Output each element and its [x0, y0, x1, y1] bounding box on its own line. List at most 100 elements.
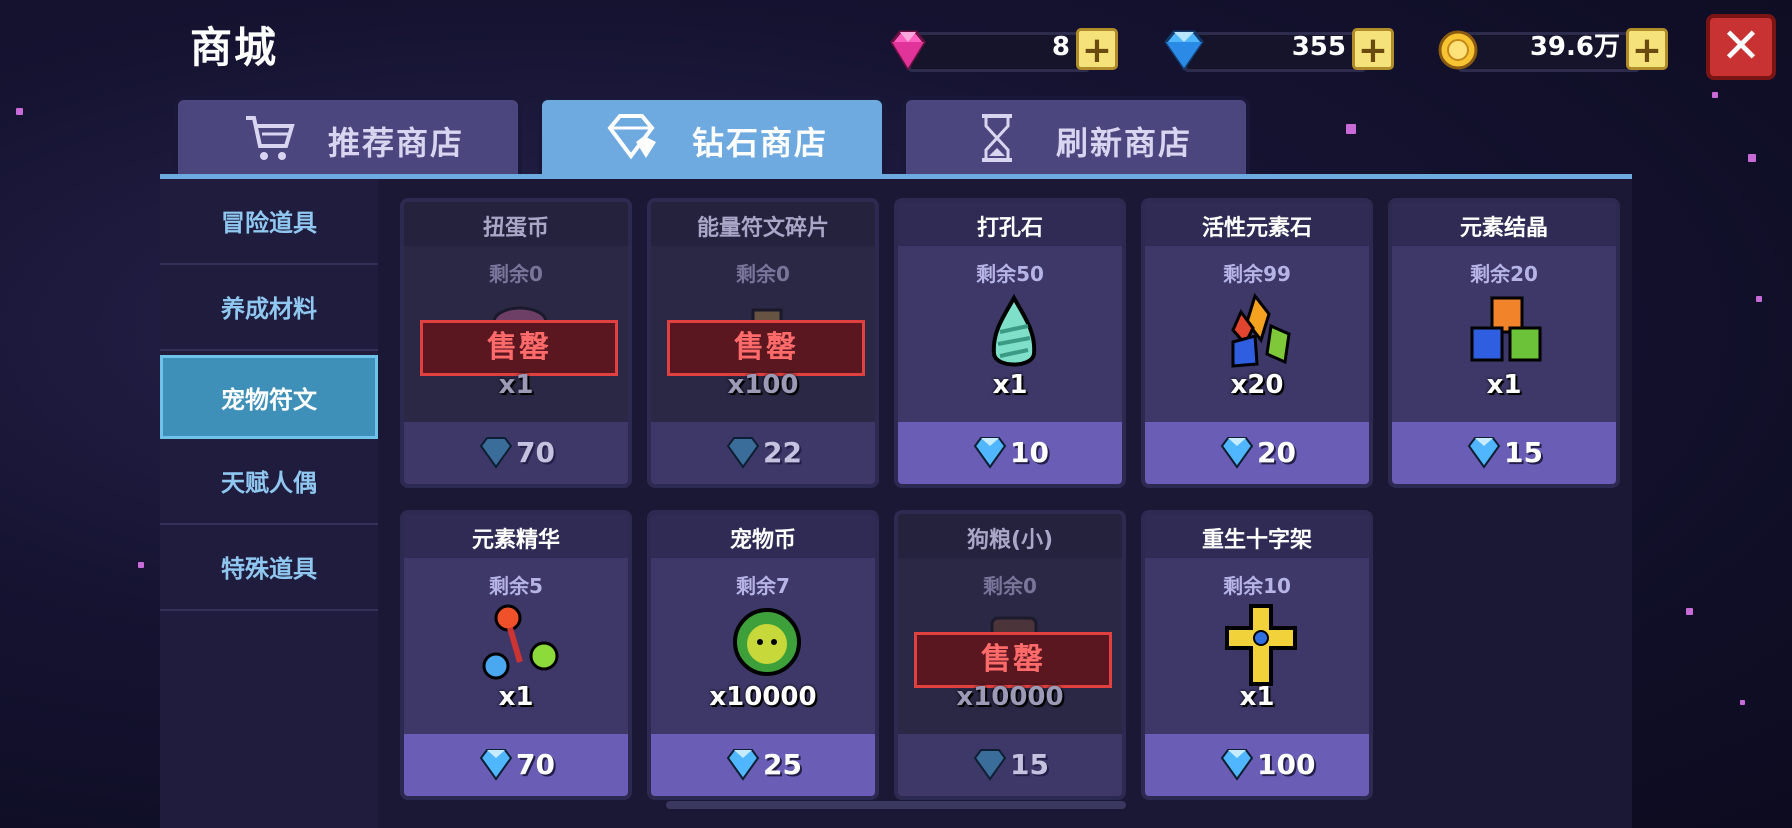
shop-item-card[interactable]: 元素精华 剩余5 x1 70 [400, 510, 632, 800]
item-price: 10 [1010, 436, 1049, 469]
item-remaining: 剩余50 [976, 262, 1044, 286]
sidebar-item-adventure-items[interactable]: 冒险道具 [160, 181, 378, 265]
item-name: 重生十字架 [1201, 528, 1312, 553]
item-quantity: x1 [992, 370, 1028, 400]
item-remaining: 剩余10 [1223, 574, 1291, 598]
pink-gem-icon [890, 30, 926, 71]
diamond-price-icon [726, 749, 760, 781]
item-quantity: x10000 [956, 682, 1064, 712]
star-decoration [1712, 92, 1718, 98]
add-gold-button[interactable]: + [1626, 28, 1668, 71]
star-decoration [1756, 296, 1762, 302]
item-quantity: x1 [498, 370, 534, 400]
item-quantity: x1 [498, 682, 534, 712]
currency-value: 39.6万 [1529, 32, 1620, 62]
currency-gold-coin: 39.6万 + [1434, 26, 1674, 72]
price-bar: 70 [404, 734, 628, 796]
shop-item-card[interactable]: 活性元素石 剩余99 x20 20 [1141, 198, 1373, 488]
star-decoration [1686, 608, 1693, 615]
element-crystal-icon [1470, 296, 1542, 362]
diamond-price-icon [1467, 437, 1501, 469]
item-remaining: 剩余20 [1470, 262, 1538, 286]
item-name: 活性元素石 [1201, 216, 1312, 241]
item-name: 能量符文碎片 [696, 216, 829, 241]
item-quantity: x100 [727, 370, 799, 400]
item-remaining: 剩余7 [736, 574, 790, 598]
item-quantity: x1 [1239, 682, 1275, 712]
item-name: 扭蛋币 [482, 216, 549, 241]
item-price: 100 [1257, 748, 1316, 781]
currency-value: 355 [1291, 32, 1346, 62]
item-name: 打孔石 [976, 216, 1043, 241]
item-price: 70 [516, 436, 555, 469]
diamond-price-icon [1220, 437, 1254, 469]
price-bar: 15 [898, 734, 1122, 796]
diamond-price-icon [1220, 749, 1254, 781]
add-pink-gem-button[interactable]: + [1076, 28, 1118, 71]
price-bar: 22 [651, 422, 875, 484]
star-decoration [16, 108, 23, 115]
diamond-price-icon [973, 749, 1007, 781]
diamond-price-icon [479, 437, 513, 469]
shop-item-card[interactable]: 打孔石 剩余50 x1 10 [894, 198, 1126, 488]
shop-item-card[interactable]: 狗粮(小) 剩余0 售罄 x10000 15 [894, 510, 1126, 800]
hourglass-icon [982, 114, 1012, 162]
item-remaining: 剩余0 [983, 574, 1037, 598]
shop-item-card[interactable]: 重生十字架 剩余10 x1 100 [1141, 510, 1373, 800]
currency-pink-gem: 8 + [884, 26, 1124, 72]
item-price: 70 [516, 748, 555, 781]
item-name: 狗粮(小) [966, 528, 1054, 553]
price-bar: 10 [898, 422, 1122, 484]
shop-item-card[interactable]: 元素结晶 剩余20 x1 15 [1388, 198, 1620, 488]
item-remaining: 剩余0 [736, 262, 790, 286]
add-diamond-button[interactable]: + [1352, 28, 1394, 71]
sidebar-item-talent-dolls[interactable]: 天赋人偶 [160, 441, 378, 525]
shop-item-card[interactable]: 扭蛋币 剩余0 售罄 x1 70 [400, 198, 632, 488]
sold-out-badge: 售罄 [914, 632, 1112, 688]
horizontal-scrollbar[interactable] [666, 801, 1126, 809]
tab-recommended-shop[interactable]: 推荐商店 [174, 96, 522, 176]
item-price: 22 [763, 436, 802, 469]
sold-out-badge: 售罄 [667, 320, 865, 376]
item-price: 25 [763, 748, 802, 781]
tab-label: 推荐商店 [328, 124, 465, 162]
item-remaining: 剩余99 [1223, 262, 1291, 286]
tab-label: 刷新商店 [1056, 124, 1193, 162]
item-quantity: x10000 [709, 682, 817, 712]
tab-diamond-shop[interactable]: 钻石商店 [538, 96, 886, 176]
price-bar: 15 [1392, 422, 1616, 484]
category-sidebar: 冒险道具 养成材料 宠物符文 天赋人偶 特殊道具 [160, 179, 378, 828]
close-button[interactable]: ✕ [1706, 14, 1776, 80]
currency-value: 8 [1051, 32, 1070, 62]
sidebar-item-pet-runes[interactable]: 宠物符文 [160, 355, 378, 439]
item-name: 元素结晶 [1459, 216, 1548, 241]
gold-coin-icon [1438, 30, 1478, 70]
item-quantity: x20 [1230, 370, 1284, 400]
item-quantity: x1 [1486, 370, 1522, 400]
price-bar: 20 [1145, 422, 1369, 484]
element-essence-icon [482, 604, 559, 680]
star-decoration [138, 562, 144, 568]
price-bar: 100 [1145, 734, 1369, 796]
sidebar-item-special-items[interactable]: 特殊道具 [160, 527, 378, 611]
item-name: 宠物币 [729, 528, 796, 553]
item-price: 15 [1010, 748, 1049, 781]
star-decoration [1346, 124, 1356, 134]
diamond-price-icon [479, 749, 513, 781]
cart-icon [246, 116, 295, 160]
shop-item-card[interactable]: 宠物币 剩余7 x10000 25 [647, 510, 879, 800]
sidebar-item-cultivation-materials[interactable]: 养成材料 [160, 267, 378, 351]
tab-refresh-shop[interactable]: 刷新商店 [902, 96, 1250, 176]
star-decoration [1740, 700, 1745, 705]
diamond-icon [607, 114, 656, 160]
diamond-price-icon [973, 437, 1007, 469]
price-bar: 70 [404, 422, 628, 484]
item-name: 元素精华 [471, 528, 560, 553]
shop-item-card[interactable]: 能量符文碎片 剩余0 售罄 x100 22 [647, 198, 879, 488]
price-bar: 25 [651, 734, 875, 796]
currency-blue-diamond: 355 + [1160, 26, 1400, 72]
diamond-price-icon [726, 437, 760, 469]
item-price: 15 [1504, 436, 1543, 469]
drill-stone-icon [991, 293, 1037, 367]
star-decoration [1748, 154, 1756, 162]
